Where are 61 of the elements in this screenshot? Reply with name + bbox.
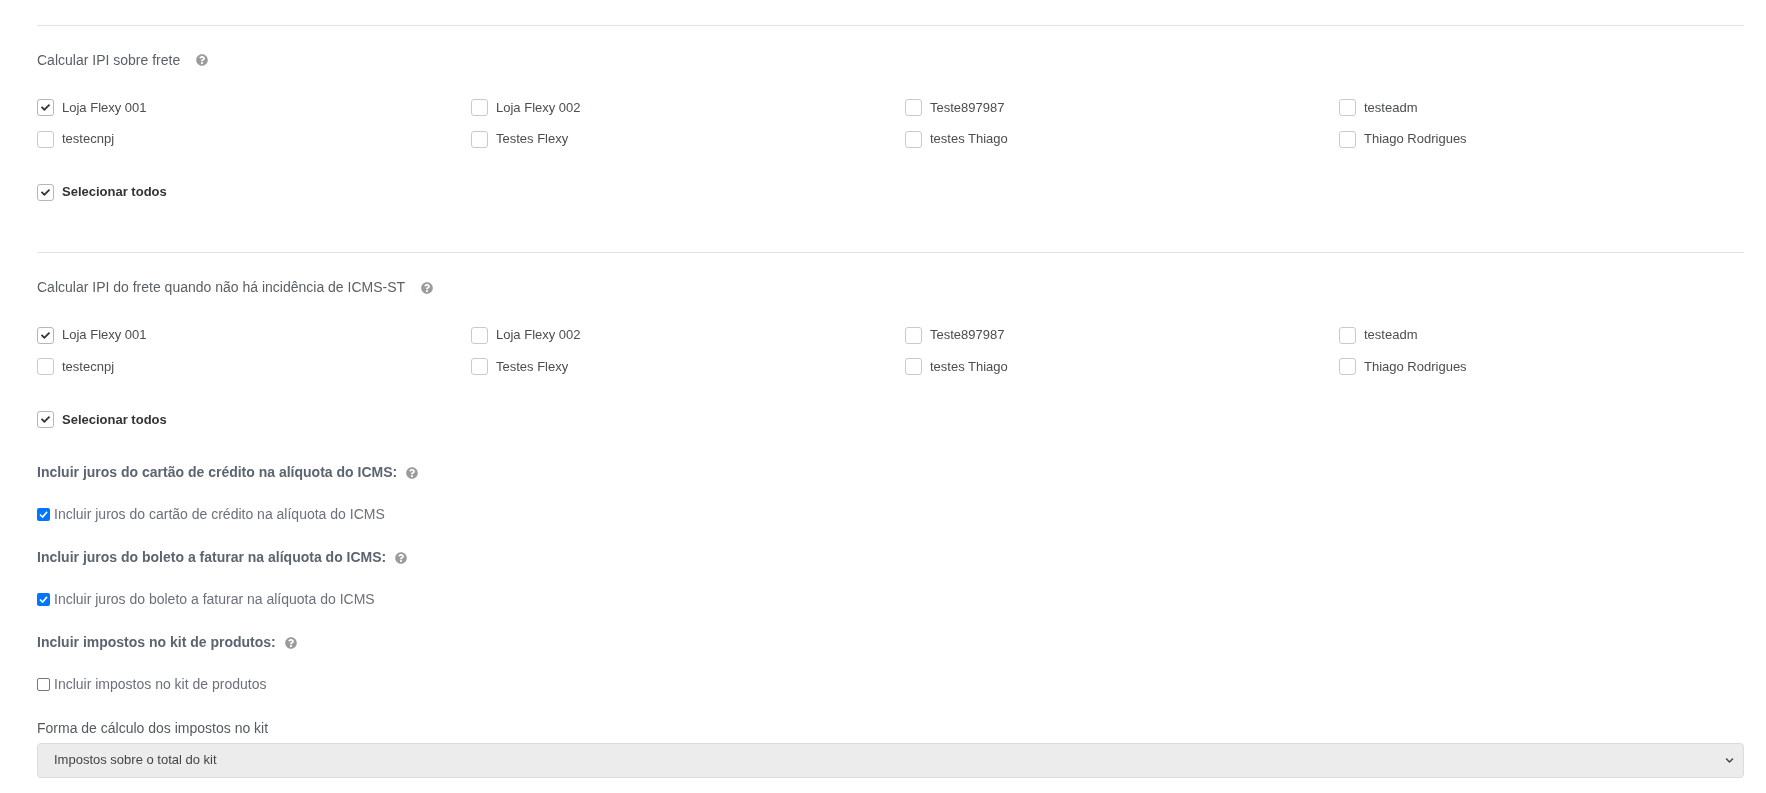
option-heading: Incluir juros do boleto a faturar na alíquota do ICMS: xyxy=(37,548,387,567)
checkbox-label: testecnpj xyxy=(62,357,115,376)
checkbox-label: Testes Flexy xyxy=(496,130,569,149)
checkbox-label: testes Thiago xyxy=(930,357,1008,376)
help-icon[interactable] xyxy=(421,281,434,294)
checkmark-icon xyxy=(39,511,48,518)
checkbox[interactable] xyxy=(1339,358,1356,375)
checkmark-icon xyxy=(39,596,48,603)
checkbox[interactable] xyxy=(37,358,54,375)
checkbox[interactable] xyxy=(37,593,50,606)
checkbox[interactable] xyxy=(471,130,488,148)
checkbox-label: Loja Flexy 002 xyxy=(496,326,581,345)
checkbox[interactable] xyxy=(471,358,488,375)
checkbox[interactable] xyxy=(37,326,54,344)
checkbox-label: Incluir juros do cartão de crédito na alíquota do ICMS xyxy=(54,505,385,524)
help-icon[interactable] xyxy=(395,551,408,564)
checkbox-label: Thiago Rodrigues xyxy=(1364,130,1467,149)
checkmark-icon xyxy=(41,103,50,112)
checkbox-label: Testes Flexy xyxy=(496,357,569,376)
checkbox-label: Incluir impostos no kit de produtos xyxy=(54,675,267,694)
checkbox[interactable] xyxy=(905,326,922,344)
checkbox-label: testeadm xyxy=(1364,98,1418,117)
checkmark-icon xyxy=(41,415,50,424)
option-heading: Incluir impostos no kit de produtos: xyxy=(37,633,276,652)
checkbox[interactable] xyxy=(471,99,488,116)
checkbox[interactable] xyxy=(471,326,488,344)
checkbox-label: testecnpj xyxy=(62,130,115,149)
checkbox-label: Loja Flexy 002 xyxy=(496,98,581,117)
checkbox-label: Selecionar todos xyxy=(62,183,167,202)
checkbox[interactable] xyxy=(37,99,54,116)
checkbox[interactable] xyxy=(37,411,54,428)
help-icon[interactable] xyxy=(196,54,209,66)
checkbox[interactable] xyxy=(905,99,922,116)
checkmark-icon xyxy=(41,330,50,340)
checkbox-label: Loja Flexy 001 xyxy=(62,326,147,345)
field-label: Forma de cálculo dos impostos no kit xyxy=(37,719,269,738)
checkbox-label: Selecionar todos xyxy=(62,410,167,429)
checkbox-label: Teste897987 xyxy=(930,326,1005,345)
section-title: Calcular IPI do frete quando não há incidência de ICMS-ST xyxy=(37,278,406,297)
checkbox[interactable] xyxy=(1339,326,1356,344)
checkbox-label: Teste897987 xyxy=(930,98,1005,117)
checkbox-label: Incluir juros do boleto a faturar na alíquota do ICMS xyxy=(54,590,375,609)
checkbox-label: Loja Flexy 001 xyxy=(62,98,147,117)
checkbox[interactable] xyxy=(1339,130,1356,148)
section-title: Calcular IPI sobre frete xyxy=(37,50,181,70)
option-heading: Incluir juros do cartão de crédito na alíquota do ICMS: xyxy=(37,463,398,482)
checkbox[interactable] xyxy=(1339,99,1356,116)
help-icon[interactable] xyxy=(406,466,419,479)
checkbox-label: testeadm xyxy=(1364,326,1418,345)
checkbox[interactable] xyxy=(905,358,922,375)
checkbox[interactable] xyxy=(37,183,54,201)
checkbox[interactable] xyxy=(37,508,50,521)
checkbox-label: Thiago Rodrigues xyxy=(1364,357,1467,376)
checkbox[interactable] xyxy=(37,130,54,148)
checkbox[interactable] xyxy=(905,130,922,148)
checkmark-icon xyxy=(41,187,50,197)
checkbox[interactable] xyxy=(37,678,50,691)
help-icon[interactable] xyxy=(284,636,297,649)
chevron-down-icon xyxy=(1725,755,1734,765)
select-field[interactable]: Impostos sobre o total do kit xyxy=(37,742,1744,778)
checkbox-label: testes Thiago xyxy=(930,130,1008,149)
